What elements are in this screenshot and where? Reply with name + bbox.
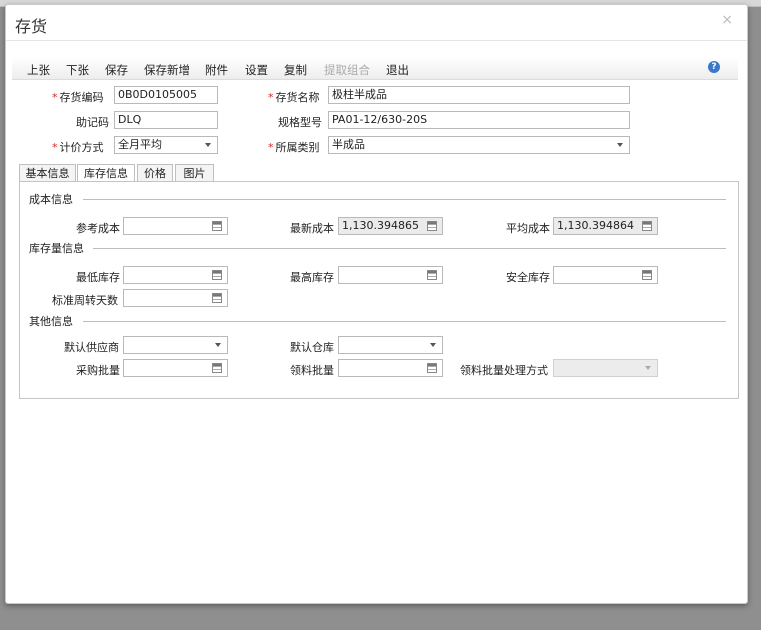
tab-image[interactable]: 图片	[175, 164, 214, 182]
inventory-code-input[interactable]: 0B0D0105005	[114, 86, 218, 104]
valuation-label: * 计价方式	[52, 141, 104, 154]
inventory-dialog: 存货 × 上张 下张 保存 保存新增 附件 设置 复制 提取组合 退出 ? * 存…	[5, 4, 748, 604]
calculator-icon[interactable]	[212, 270, 222, 280]
toolbar: 上张 下张 保存 保存新增 附件 设置 复制 提取组合 退出 ?	[12, 57, 738, 80]
pick-method-select[interactable]	[553, 359, 658, 377]
spec-label: 规格型号	[278, 116, 322, 129]
calculator-icon[interactable]	[427, 270, 437, 280]
calculator-icon[interactable]	[642, 221, 652, 231]
copy-button[interactable]: 复制	[284, 62, 307, 78]
chevron-down-icon	[205, 143, 211, 147]
pick-method-label: 领料批量处理方式	[460, 364, 548, 377]
mnemonic-input[interactable]: DLQ	[114, 111, 218, 129]
ref-cost-input[interactable]	[123, 217, 228, 235]
calculator-icon[interactable]	[212, 293, 222, 303]
default-warehouse-select[interactable]	[338, 336, 443, 354]
default-supplier-label: 默认供应商	[64, 341, 119, 354]
section-divider	[93, 248, 726, 249]
calculator-icon[interactable]	[427, 221, 437, 231]
avg-cost-label: 平均成本	[506, 222, 550, 235]
purchase-batch-input[interactable]	[123, 359, 228, 377]
section-divider	[83, 199, 726, 200]
chevron-down-icon	[215, 343, 221, 347]
pick-batch-input[interactable]	[338, 359, 443, 377]
other-section-title: 其他信息	[29, 315, 73, 328]
next-record-button[interactable]: 下张	[66, 62, 89, 78]
turnover-days-input[interactable]	[123, 289, 228, 307]
category-select[interactable]: 半成品	[328, 136, 630, 154]
ref-cost-label: 参考成本	[76, 222, 120, 235]
close-icon[interactable]: ×	[721, 12, 733, 28]
category-label: * 所属类别	[268, 141, 320, 154]
safety-stock-label: 安全库存	[506, 271, 550, 284]
inventory-name-input[interactable]: 极柱半成品	[328, 86, 630, 104]
avg-cost-input: 1,130.394864	[553, 217, 658, 235]
section-divider	[83, 321, 726, 322]
help-icon[interactable]: ?	[708, 61, 720, 73]
title-divider	[6, 40, 747, 41]
attachment-button[interactable]: 附件	[205, 62, 228, 78]
chevron-down-icon	[617, 143, 623, 147]
latest-cost-input: 1,130.394865	[338, 217, 443, 235]
valuation-method-select[interactable]: 全月平均	[114, 136, 218, 154]
spec-input[interactable]: PA01-12/630-20S	[328, 111, 630, 129]
default-supplier-select[interactable]	[123, 336, 228, 354]
save-button[interactable]: 保存	[105, 62, 128, 78]
default-warehouse-label: 默认仓库	[290, 341, 334, 354]
max-stock-label: 最高库存	[290, 271, 334, 284]
save-and-new-button[interactable]: 保存新增	[144, 62, 190, 78]
turnover-days-label: 标准周转天数	[52, 294, 118, 307]
cost-section-title: 成本信息	[29, 193, 73, 206]
calculator-icon[interactable]	[427, 363, 437, 373]
max-stock-input[interactable]	[338, 266, 443, 284]
purchase-batch-label: 采购批量	[76, 364, 120, 377]
latest-cost-label: 最新成本	[290, 222, 334, 235]
safety-stock-input[interactable]	[553, 266, 658, 284]
name-label: * 存货名称	[268, 91, 320, 104]
chevron-down-icon	[645, 366, 651, 370]
chevron-down-icon	[430, 343, 436, 347]
dialog-title: 存货	[15, 17, 48, 36]
calculator-icon[interactable]	[212, 363, 222, 373]
stock-section-title: 库存量信息	[29, 242, 84, 255]
inventory-info-panel: 成本信息 参考成本 最新成本 1,130.394865 平均成本 1,130.3…	[19, 181, 739, 399]
min-stock-label: 最低库存	[76, 271, 120, 284]
mnemonic-label: 助记码	[76, 116, 109, 129]
pick-batch-label: 领料批量	[290, 364, 334, 377]
calculator-icon[interactable]	[642, 270, 652, 280]
tab-basic-info[interactable]: 基本信息	[19, 164, 76, 182]
exit-button[interactable]: 退出	[386, 62, 409, 78]
prev-record-button[interactable]: 上张	[27, 62, 50, 78]
settings-button[interactable]: 设置	[245, 62, 268, 78]
min-stock-input[interactable]	[123, 266, 228, 284]
calculator-icon[interactable]	[212, 221, 222, 231]
tab-price[interactable]: 价格	[137, 164, 173, 182]
extract-combination-button[interactable]: 提取组合	[324, 62, 370, 78]
code-label: * 存货编码	[52, 91, 104, 104]
